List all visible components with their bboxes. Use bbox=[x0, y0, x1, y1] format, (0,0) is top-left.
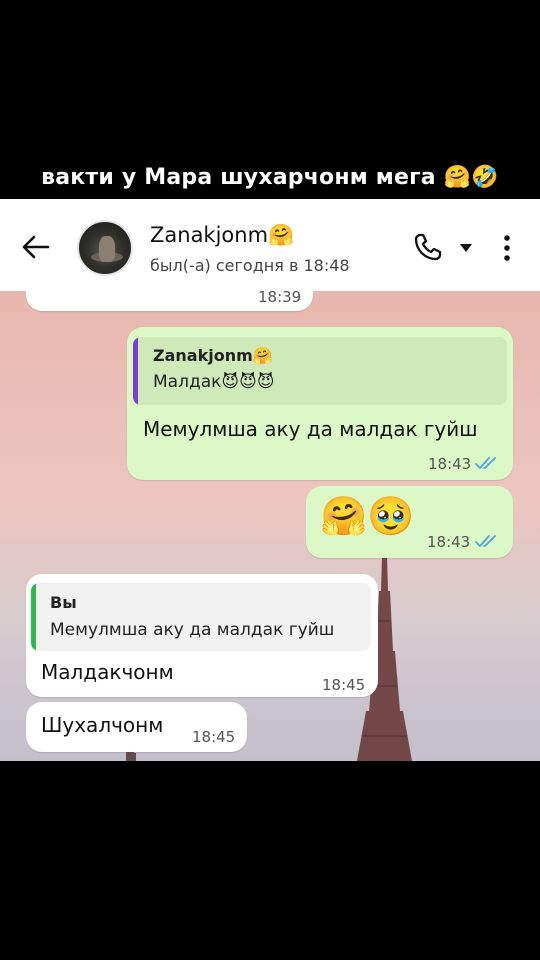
avatar[interactable] bbox=[77, 220, 133, 276]
contact-name-emoji: 🤗 bbox=[268, 223, 295, 247]
message-text: Шухалчонм bbox=[41, 713, 164, 737]
reply-author-text: Zanakjonm bbox=[153, 346, 253, 365]
reply-quote[interactable]: Zanakjonm🤗 Малдак😈😈😈 bbox=[133, 337, 507, 405]
chat-header: Zanakjonm🤗 был(-а) сегодня в 18:48 bbox=[0, 199, 540, 291]
message-bubble-outgoing[interactable]: 🤗🥹 18:43 bbox=[306, 486, 513, 558]
video-caption: вакти у Мара шухарчонм мега 🤗🤣 bbox=[0, 165, 540, 190]
contact-name[interactable]: Zanakjonm🤗 bbox=[150, 223, 294, 248]
message-bubble-outgoing[interactable]: Zanakjonm🤗 Малдак😈😈😈 Мемулмша аку да мал… bbox=[127, 327, 513, 480]
message-bubble-incoming[interactable]: Шухалчонм 18:45 bbox=[26, 702, 247, 752]
back-arrow-icon[interactable] bbox=[20, 231, 52, 263]
read-receipt-icon bbox=[475, 457, 496, 469]
message-text: Малдакчонм bbox=[41, 660, 174, 684]
message-time: 18:43 bbox=[427, 533, 471, 551]
reply-quote-author: Zanakjonm🤗 bbox=[153, 346, 273, 365]
last-seen-status: был(-а) сегодня в 18:48 bbox=[150, 256, 350, 275]
phone-icon[interactable] bbox=[413, 232, 443, 262]
caption-emoji: 🤗🤣 bbox=[443, 165, 499, 190]
reply-quote-author: Вы bbox=[50, 593, 77, 612]
chat-screen: Zanakjonm🤗 был(-а) сегодня в 18:48 😈😈😈 1… bbox=[0, 199, 540, 761]
chevron-down-icon[interactable] bbox=[458, 243, 474, 253]
message-time: 18:45 bbox=[192, 728, 236, 746]
message-time: 18:45 bbox=[322, 676, 366, 694]
message-emoji: 🤗🥹 bbox=[320, 494, 415, 538]
reply-author-emoji: 🤗 bbox=[252, 346, 273, 365]
reply-quote[interactable]: Вы Мемулмша аку да малдак гуйш bbox=[31, 583, 371, 651]
reply-quote-bar bbox=[133, 337, 138, 405]
more-vert-icon[interactable] bbox=[498, 233, 516, 263]
message-bubble-incoming[interactable]: Вы Мемулмша аку да малдак гуйш Малдакчон… bbox=[26, 574, 378, 697]
reply-quote-bar bbox=[31, 583, 36, 651]
contact-name-text: Zanakjonm bbox=[150, 223, 269, 247]
caption-text: вакти у Мара шухарчонм мега bbox=[41, 165, 436, 190]
message-time: 18:43 bbox=[428, 455, 472, 473]
reply-quote-text: Малдак😈😈😈 bbox=[153, 372, 275, 392]
read-receipt-icon bbox=[475, 535, 496, 547]
reply-quote-text: Мемулмша аку да малдак гуйш bbox=[50, 620, 335, 640]
message-text: Мемулмша аку да малдак гуйш bbox=[143, 417, 478, 441]
